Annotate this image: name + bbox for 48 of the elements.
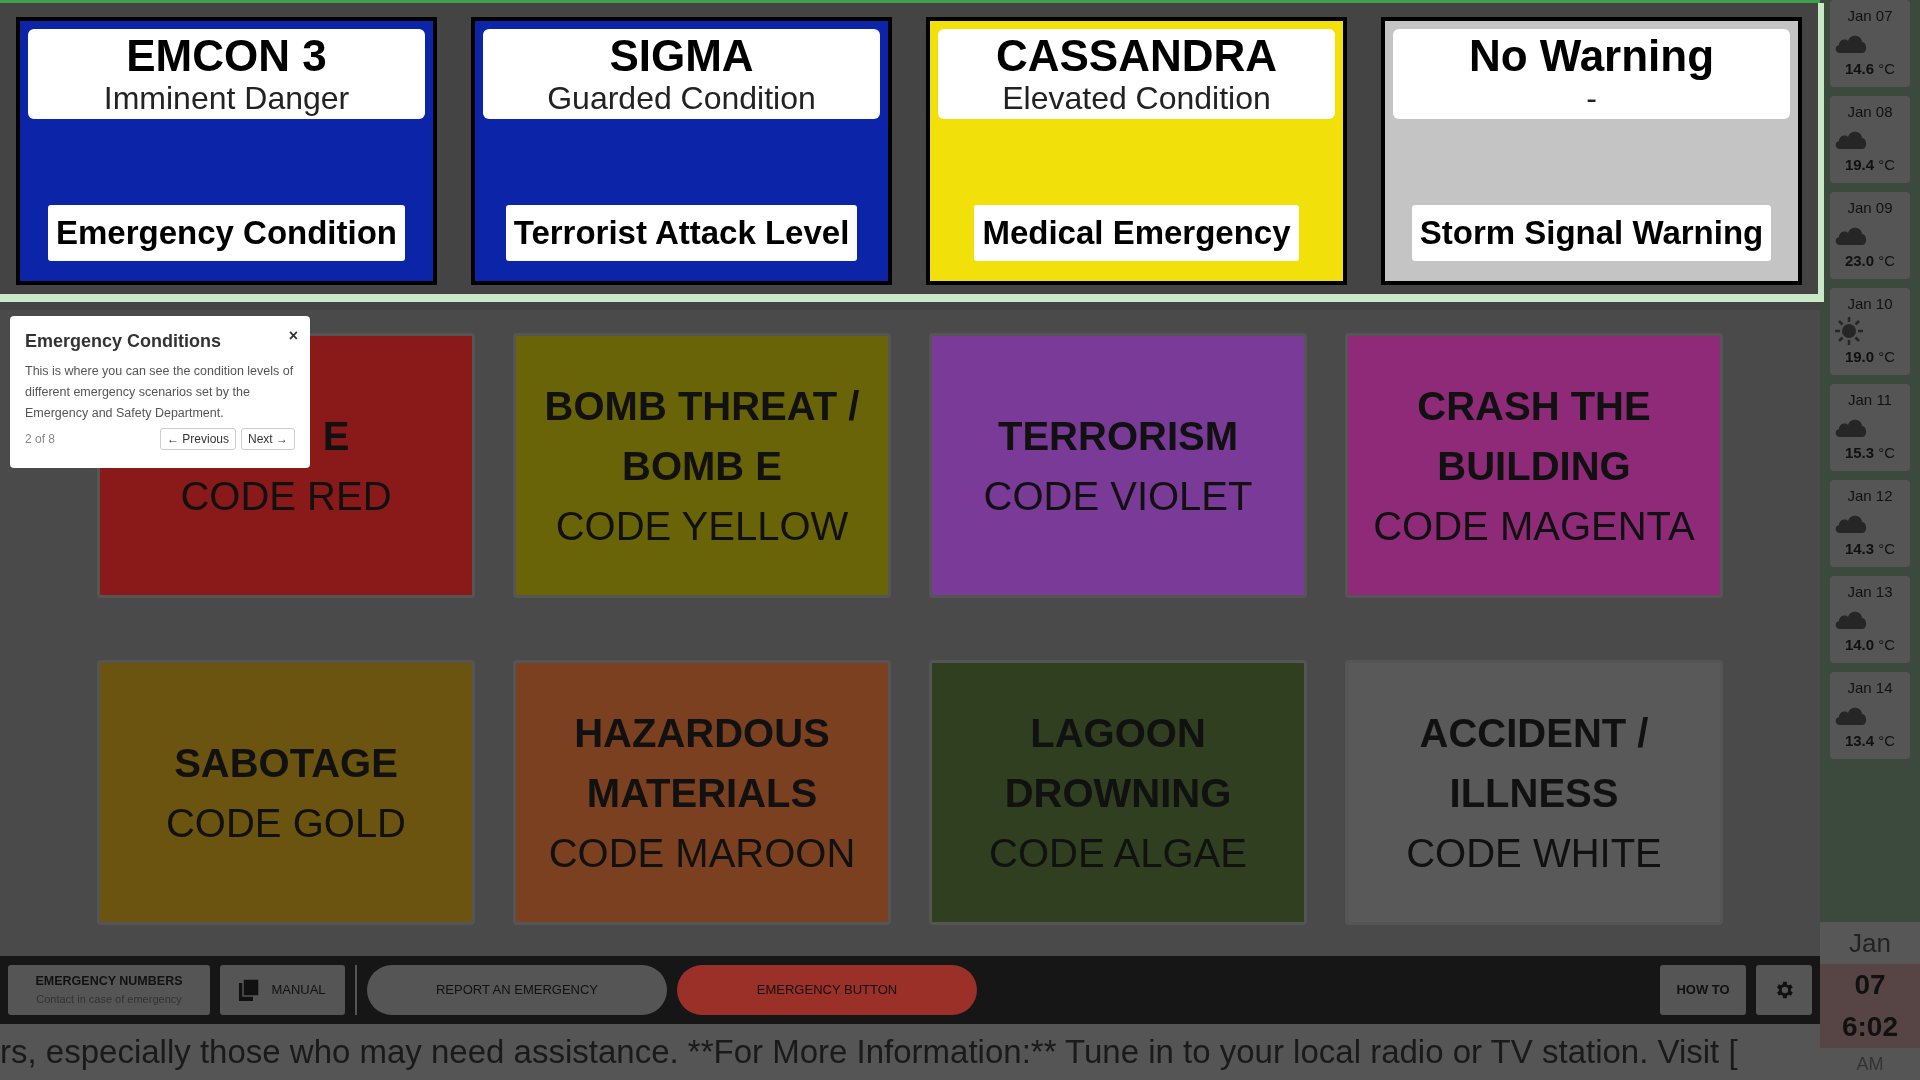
forecast-temperature: 14.3 °C: [1843, 538, 1897, 559]
forecast-date: Jan 12: [1846, 486, 1894, 506]
forecast-temperature: 19.4 °C: [1843, 154, 1897, 175]
code-name: CODE YELLOW: [555, 502, 849, 550]
code-name: CODE VIOLET: [983, 472, 1253, 520]
forecast-temperature: 14.0 °C: [1843, 634, 1897, 655]
status-subtitle: Guarded Condition: [547, 80, 816, 116]
status-label: Emergency Condition: [47, 205, 405, 261]
forecast-date: Jan 08: [1846, 102, 1894, 122]
forecast-temperature: 19.0 °C: [1843, 346, 1897, 367]
popover-title: Emergency Conditions: [25, 330, 222, 353]
code-name: CODE RED: [180, 472, 392, 520]
code-title: CRASH THE BUILDING: [1416, 382, 1652, 490]
status-title: EMCON 3: [126, 32, 327, 80]
forecast-temperature: 13.4 °C: [1843, 730, 1897, 751]
code-name: CODE WHITE: [1406, 829, 1662, 877]
status-label: Terrorist Attack Level: [505, 205, 858, 261]
status-subtitle: Elevated Condition: [1002, 80, 1271, 116]
code-title: ACCIDENT / ILLNESS: [1418, 709, 1650, 817]
news-ticker: rs, especially those who may need assistance. **For More Information:** Tune in to your local radio or TV station. Visit [: [0, 1032, 1738, 1073]
code-title: HAZARDOUS MATERIALS: [573, 709, 831, 817]
clock-time: 6:02: [1820, 1006, 1920, 1048]
status-title: CASSANDRA: [995, 32, 1278, 80]
forecast-date: Jan 10: [1846, 294, 1894, 314]
forecast-date: Jan 13: [1846, 582, 1894, 602]
code-name: CODE MAROON: [548, 829, 856, 877]
forecast-date: Jan 14: [1846, 678, 1894, 698]
forecast-temperature: 15.3 °C: [1843, 442, 1897, 463]
clock-day: 07: [1820, 964, 1920, 1006]
code-name: CODE MAGENTA: [1373, 502, 1695, 550]
code-title: E: [322, 412, 350, 460]
code-name: CODE GOLD: [165, 799, 406, 847]
code-title: SABOTAGE: [174, 739, 398, 787]
status-label: Storm Signal Warning: [1411, 205, 1772, 261]
status-subtitle: Imminent Danger: [103, 80, 350, 116]
step-counter: 2 of 8: [25, 431, 56, 448]
code-title: TERRORISM: [998, 412, 1238, 460]
forecast-date: Jan 07: [1846, 6, 1894, 26]
forecast-temperature: 14.6 °C: [1843, 58, 1897, 79]
forecast-date: Jan 11: [1847, 390, 1893, 410]
code-title: BOMB THREAT / BOMB E: [543, 382, 861, 490]
forecast-temperature: 23.0 °C: [1843, 250, 1897, 271]
status-title: SIGMA: [609, 32, 754, 80]
status-label: Medical Emergency: [974, 205, 1299, 261]
status-subtitle: -: [1586, 80, 1597, 116]
popover-body: This is where you can see the condition levels of different emergency scenarios set by the Emergency and Safety Department.: [25, 363, 295, 422]
status-title: No Warning: [1468, 32, 1715, 80]
forecast-date: Jan 09: [1846, 198, 1894, 218]
